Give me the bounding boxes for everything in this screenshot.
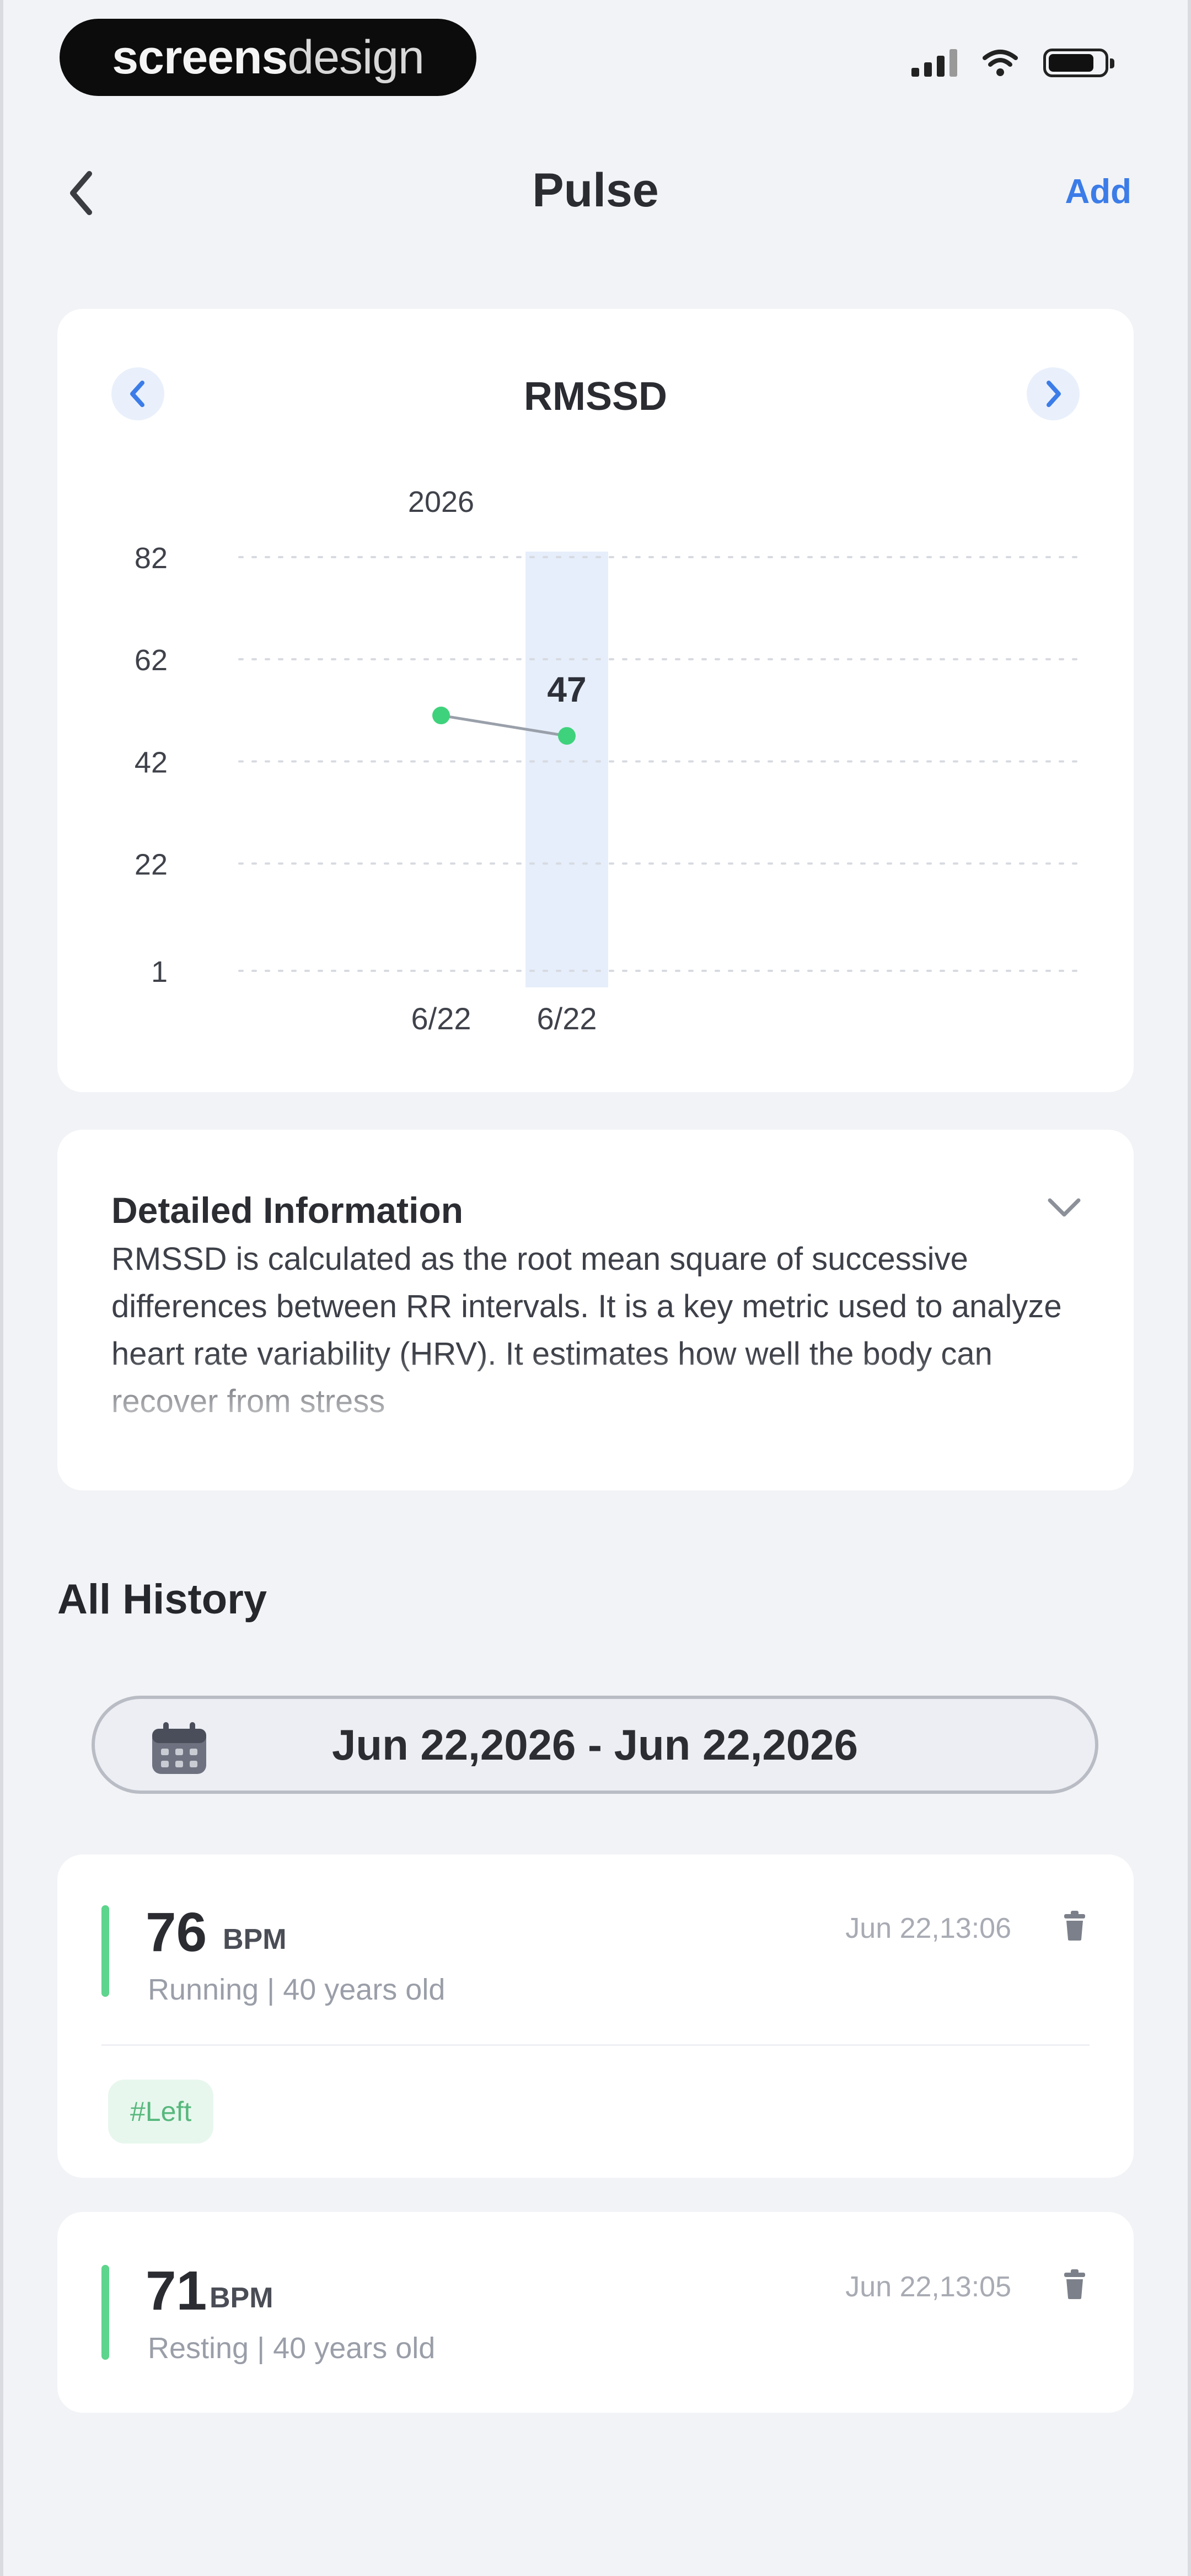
record-time: Jun 22,13:05: [845, 2271, 1011, 2303]
device-frame-right: [1188, 0, 1191, 2576]
brand-logo-light: design: [287, 30, 424, 84]
record-status-bar: [101, 2265, 109, 2360]
detail-title: Detailed Information: [111, 1190, 464, 1231]
chart-data-label: 47: [547, 670, 586, 709]
record-value: 71: [146, 2260, 207, 2322]
brand-logo-bold: screens: [112, 30, 288, 84]
wifi-icon: [983, 50, 1018, 76]
chart-card: RMSSD 82 62 42 22 1 2026 47 6/22 6/22: [57, 309, 1134, 1092]
battery-icon: [1043, 49, 1114, 77]
history-record-card[interactable]: 76 BPM Running | 40 years old Jun 22,13:…: [57, 1854, 1134, 2178]
detail-fade: [57, 1353, 1134, 1490]
record-time: Jun 22,13:06: [845, 1912, 1011, 1944]
detail-card[interactable]: Detailed Information RMSSD is calculated…: [57, 1130, 1134, 1490]
record-unit: BPM: [223, 1923, 287, 1955]
history-record-card[interactable]: 71 BPM Resting | 40 years old Jun 22,13:…: [57, 2212, 1134, 2413]
chart-x-tick-label: 6/22: [537, 1001, 597, 1036]
chart-data-point: [432, 707, 450, 725]
history-heading: All History: [57, 1576, 267, 1623]
page-title: Pulse: [532, 164, 659, 217]
date-range-picker[interactable]: Jun 22,2026 - Jun 22,2026: [92, 1696, 1098, 1794]
status-icons: [911, 49, 1114, 77]
chart-data-point: [558, 727, 576, 745]
add-button[interactable]: Add: [1065, 172, 1131, 211]
record-subtitle: Resting | 40 years old: [148, 2332, 436, 2365]
chart-x-tick-label: 6/22: [411, 1001, 471, 1036]
record-value: 76: [146, 1901, 207, 1963]
device-frame-left: [0, 0, 3, 2576]
cellular-signal-icon: [911, 49, 957, 77]
record-tag: #Left: [108, 2080, 214, 2144]
brand-logo: screens design: [60, 19, 476, 96]
chart-year-label: 2026: [408, 485, 474, 519]
record-status-bar: [101, 1905, 109, 1997]
chart-y-tick-label: 42: [135, 746, 168, 779]
record-divider: [101, 2044, 1090, 2046]
chart-y-tick-label: 82: [135, 542, 168, 575]
record-subtitle: Running | 40 years old: [148, 1973, 446, 2006]
chart-y-tick-label: 1: [151, 955, 168, 988]
chevron-down-icon[interactable]: [1044, 1194, 1084, 1221]
chart-y-tick-label: 22: [135, 848, 168, 881]
calendar-icon: [152, 1722, 206, 1774]
record-unit: BPM: [210, 2282, 273, 2314]
trash-icon[interactable]: [1062, 2268, 1087, 2300]
trash-icon[interactable]: [1062, 1910, 1087, 1942]
chart-y-tick-label: 62: [135, 644, 168, 677]
date-range-text: Jun 22,2026 - Jun 22,2026: [332, 1720, 858, 1769]
chart-highlight-column: [525, 552, 608, 987]
rmssd-chart: 82 62 42 22 1 2026 47 6/22 6/22: [135, 485, 1084, 1036]
